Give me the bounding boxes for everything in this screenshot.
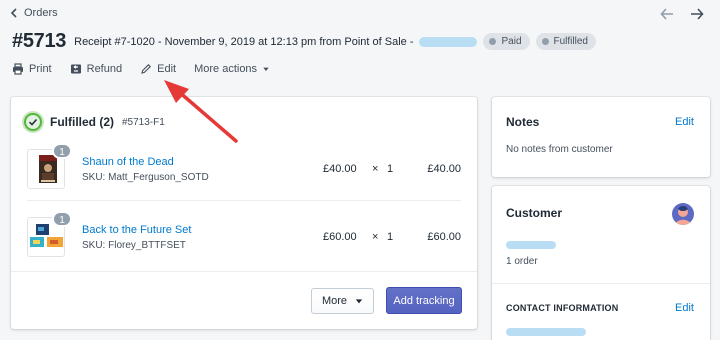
order-number: #5713 (12, 30, 67, 52)
notes-edit-link[interactable]: Edit (675, 116, 694, 128)
notes-text: No notes from customer (506, 144, 613, 155)
item-divider (27, 200, 461, 201)
customer-title: Customer (506, 206, 563, 220)
avatar-icon (672, 203, 694, 225)
refund-button[interactable]: Refund (70, 63, 122, 75)
back-label: Orders (24, 7, 58, 19)
product-sku: SKU: Florey_BTTFSET (82, 240, 186, 251)
fulfillment-id: #5713-F1 (122, 116, 165, 128)
redacted-contact-email (506, 328, 586, 336)
notes-title: Notes (506, 115, 540, 129)
customer-divider (492, 283, 710, 284)
unit-price: £40.00 (323, 163, 357, 175)
customer-orders-count: 1 order (506, 256, 538, 267)
line-total: £60.00 (427, 231, 461, 243)
unit-price: £60.00 (323, 231, 357, 243)
status-badge-paid: Paid (483, 33, 530, 50)
print-button[interactable]: Print (12, 63, 52, 75)
fulfillment-header: Fulfilled (2) #5713-F1 (24, 113, 165, 131)
product-link[interactable]: Back to the Future Set (82, 224, 191, 236)
contact-info-title: CONTACT INFORMATION (506, 303, 619, 313)
times-sign: × (372, 163, 379, 175)
quantity: 1 (387, 163, 394, 175)
caret-down-icon (263, 67, 269, 71)
customer-card: Customer 1 order CONTACT INFORMATION Edi… (492, 186, 710, 340)
caret-down-icon (355, 299, 363, 304)
more-button[interactable]: More (311, 288, 374, 314)
order-navigation (660, 7, 704, 21)
order-title-row: #5713 Receipt #7-1020 - November 9, 2019… (12, 30, 596, 53)
quantity-badge: 1 (52, 143, 72, 159)
order-actions: Print Refund Edit More actions (12, 63, 288, 75)
fulfillment-title: Fulfilled (2) (50, 115, 114, 129)
quantity-badge: 1 (52, 211, 72, 227)
pencil-icon (141, 64, 152, 74)
add-tracking-button[interactable]: Add tracking (386, 287, 462, 314)
refund-icon (70, 64, 81, 74)
status-badge-fulfilled: Fulfilled (535, 33, 596, 50)
line-item: 1 Shaun of the Dead SKU: Matt_Ferguson_S… (27, 143, 461, 199)
times-sign: × (372, 231, 379, 243)
back-to-orders-link[interactable]: Orders (10, 7, 710, 19)
contact-edit-link[interactable]: Edit (675, 302, 694, 314)
product-link[interactable]: Shaun of the Dead (82, 156, 174, 168)
line-item: 1 Back to the Future Set SKU: Florey_BTT… (27, 211, 461, 267)
redacted-location (419, 36, 478, 47)
line-total: £40.00 (427, 163, 461, 175)
top-bar: Orders (10, 7, 710, 25)
chevron-left-icon (10, 8, 17, 18)
more-actions-dropdown[interactable]: More actions (194, 63, 270, 75)
notes-card: Notes Edit No notes from customer (492, 97, 710, 177)
redacted-customer-name (506, 241, 556, 249)
card-footer-divider (11, 271, 477, 272)
product-sku: SKU: Matt_Ferguson_SOTD (82, 172, 209, 183)
arrow-right-icon[interactable] (690, 7, 704, 21)
edit-button[interactable]: Edit (140, 63, 176, 75)
quantity: 1 (387, 231, 394, 243)
arrow-left-icon[interactable] (660, 7, 674, 21)
fulfillment-card: Fulfilled (2) #5713-F1 1 Shaun of the De… (11, 97, 477, 329)
check-circle-icon (24, 113, 42, 131)
print-icon (13, 63, 23, 75)
receipt-text: Receipt #7-1020 - November 9, 2019 at 12… (74, 35, 414, 48)
